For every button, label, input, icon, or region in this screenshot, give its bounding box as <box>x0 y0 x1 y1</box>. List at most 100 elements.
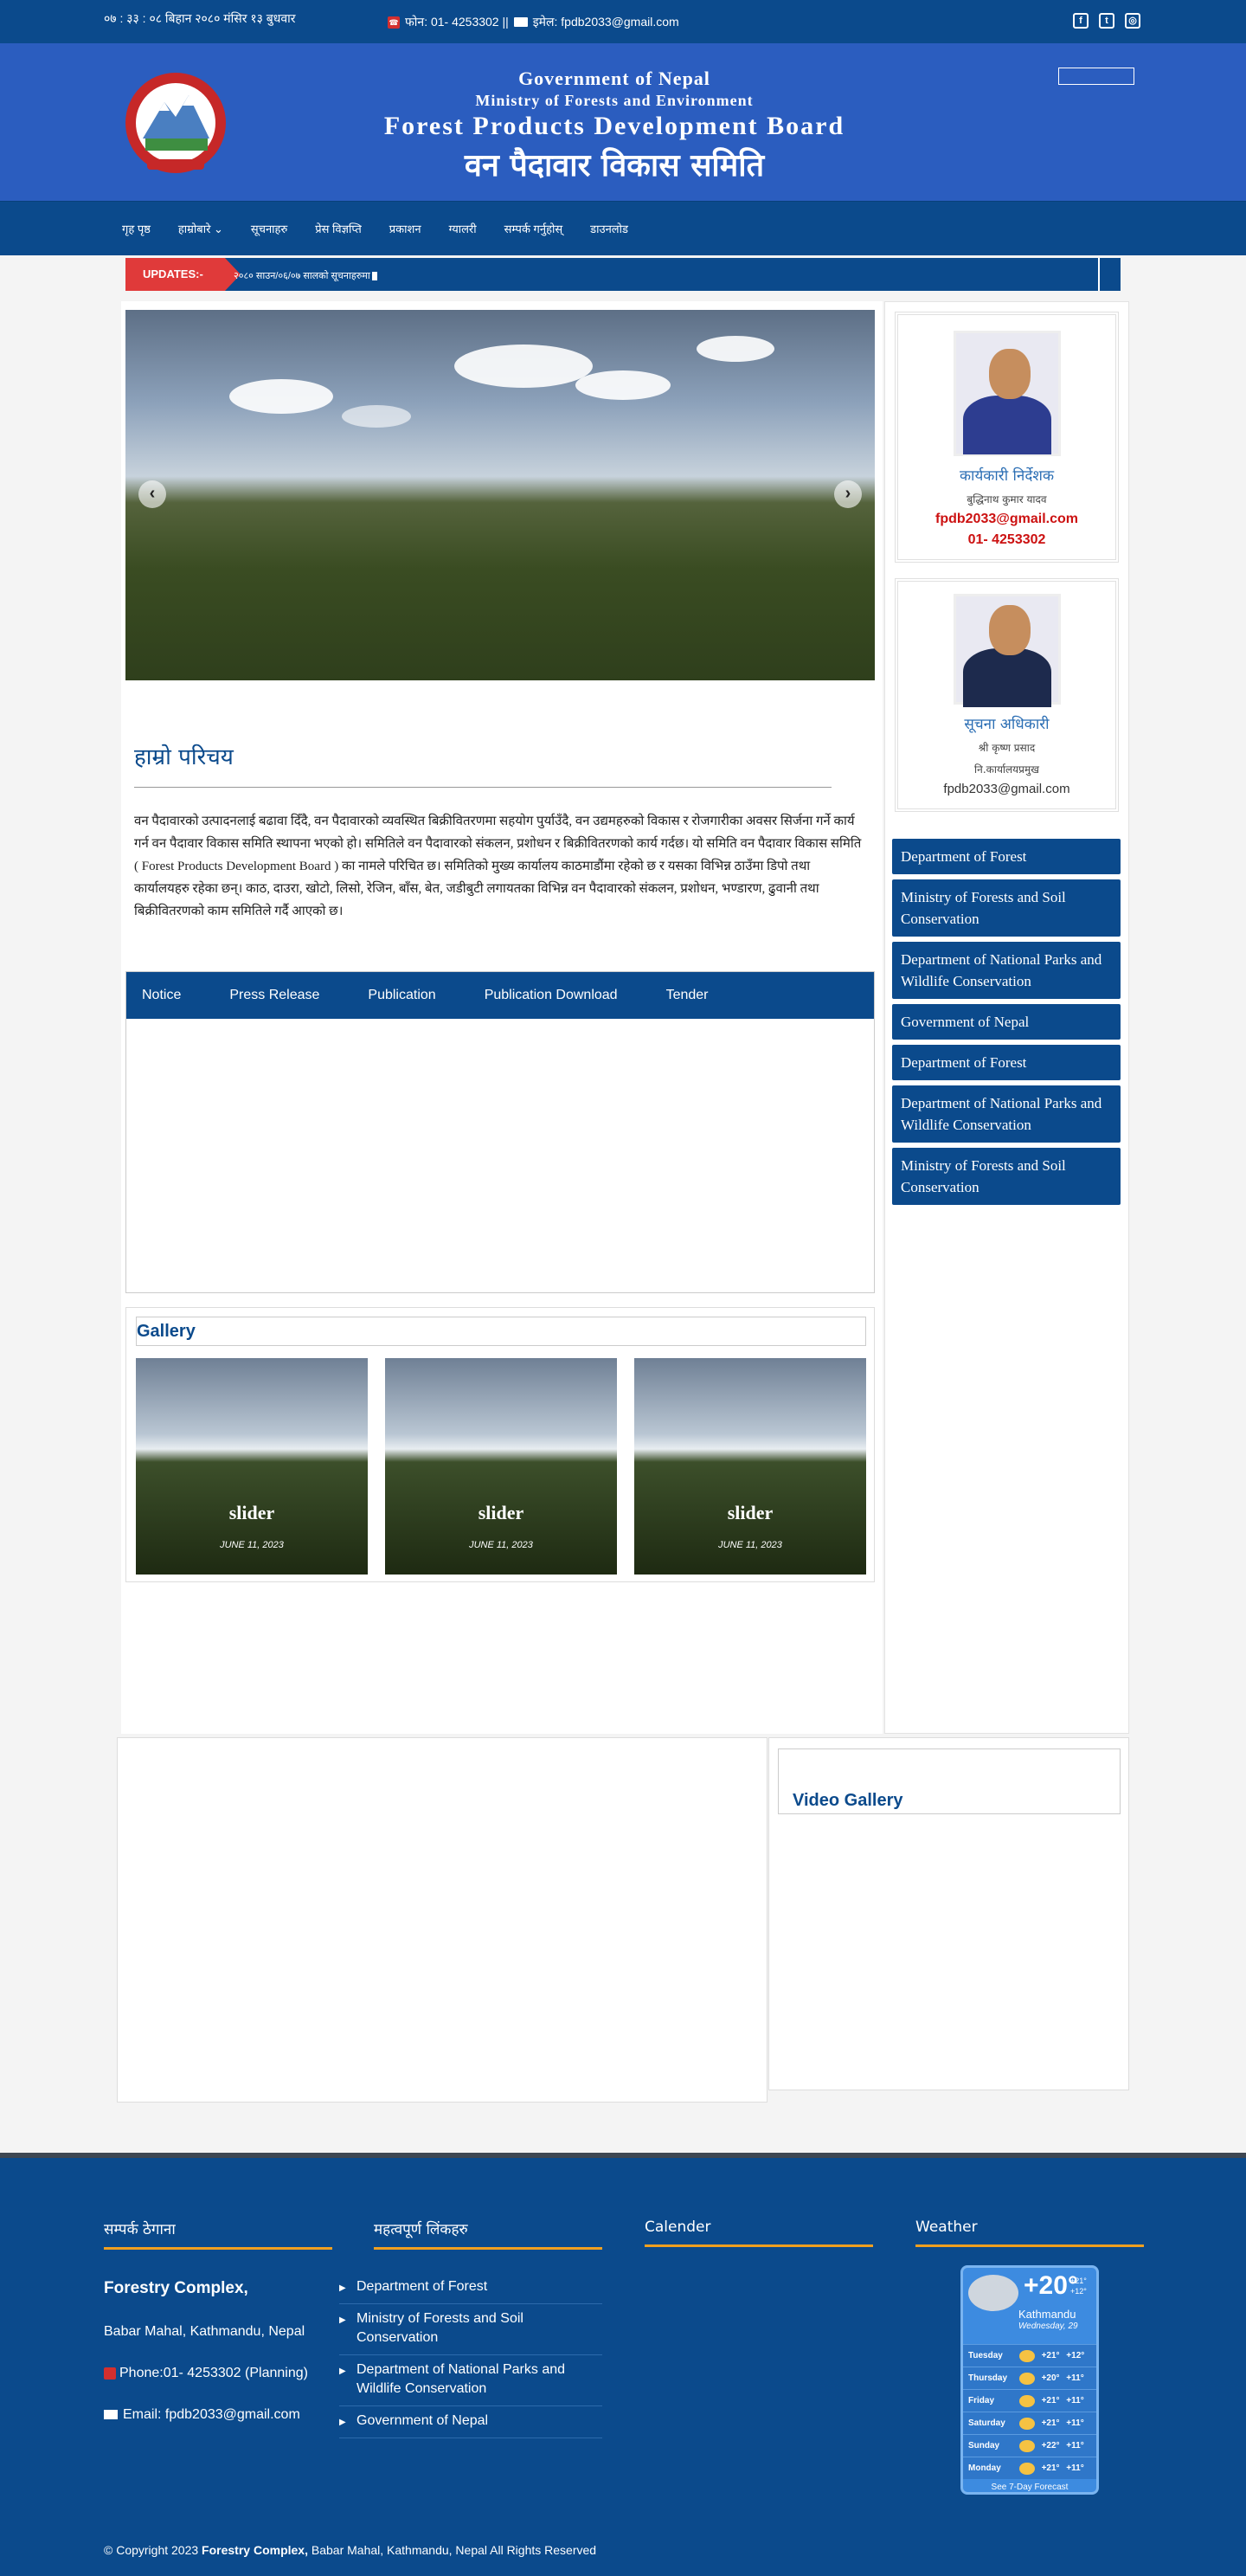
person-email[interactable]: fpdb2033@gmail.com <box>898 782 1115 796</box>
person-card-info-officer: सूचना अधिकारी श्री कृष्ण प्रसाद नि.कार्य… <box>895 578 1119 812</box>
gallery-date: JUNE 11, 2023 <box>718 1540 782 1550</box>
footer-link[interactable]: Department of National Parks and Wildlif… <box>339 2355 602 2406</box>
sidebar-link[interactable]: Ministry of Forests and Soil Conservatio… <box>892 879 1121 937</box>
video-gallery-title: Video Gallery <box>793 1791 903 1810</box>
forecast-lo: +11° <box>1066 2463 1084 2473</box>
gallery-item[interactable]: slider JUNE 11, 2023 <box>634 1358 866 1575</box>
footer-link[interactable]: Government of Nepal <box>339 2406 602 2438</box>
nav-item-5[interactable]: ग्यालरी <box>435 221 491 236</box>
forecast-row: Tuesday +21° +12° <box>963 2344 1096 2367</box>
weather-widget[interactable]: +20° +21° +12° Kathmandu Wednesday, 29 T… <box>960 2265 1099 2495</box>
gallery-date: JUNE 11, 2023 <box>469 1540 533 1550</box>
instagram-icon[interactable]: ◎ <box>1125 13 1140 29</box>
sun-icon <box>1019 2372 1035 2385</box>
hero-slider: ‹ › <box>125 310 875 680</box>
forecast-row: Friday +21° +11° <box>963 2389 1096 2412</box>
slider-next-button[interactable]: › <box>834 480 862 508</box>
footer-phone: Phone:01- 4253302 (Planning) <box>104 2366 332 2381</box>
footer-weather-title: Weather <box>915 2219 1144 2247</box>
sidebar-link[interactable]: Department of National Parks and Wildlif… <box>892 942 1121 999</box>
forecast-day: Tuesday <box>968 2351 1003 2360</box>
tab-publication-download[interactable]: Publication Download <box>485 972 618 1019</box>
updates-text[interactable]: २०८० साउन/०६/०७ सालको सूचनाहरुमा <box>234 269 377 282</box>
footer-calendar: Calender <box>645 2219 873 2247</box>
forecast-lo: +11° <box>1066 2441 1084 2450</box>
sidebar-link[interactable]: Ministry of Forests and Soil Conservatio… <box>892 1148 1121 1205</box>
nav-item-6[interactable]: सम्पर्क गर्नुहोस् <box>491 221 577 236</box>
footer-link[interactable]: Ministry of Forests and Soil Conservatio… <box>339 2304 602 2355</box>
sidebar-links: Department of Forest Ministry of Forests … <box>892 839 1121 1210</box>
video-gallery-header: Video Gallery <box>778 1748 1121 1814</box>
ticker-divider <box>1098 258 1100 291</box>
footer-contact-title: सम्पर्क ठेगाना <box>104 2219 332 2250</box>
nav-item-2[interactable]: सूचनाहरु <box>237 221 301 236</box>
tab-bar: Notice Press Release Publication Publicatio… <box>126 972 874 1019</box>
forecast-day: Sunday <box>968 2441 1000 2450</box>
director-photo <box>953 331 1061 456</box>
footer-links: महत्वपूर्ण लिंकहरु Department of ForestM… <box>339 2219 602 2438</box>
nav-item-0[interactable]: गृह पृष्ठ <box>108 221 164 236</box>
header-board-np: वन पैदावार विकास समिति <box>464 148 765 184</box>
facebook-icon[interactable]: f <box>1073 13 1089 29</box>
forecast-day: Thursday <box>968 2373 1008 2383</box>
forecast-lo: +11° <box>1066 2396 1084 2405</box>
weather-forecast-link[interactable]: See 7-Day Forecast <box>963 2479 1096 2492</box>
updates-label: UPDATES:- <box>125 258 241 291</box>
tab-publication[interactable]: Publication <box>368 972 435 1019</box>
footer-calendar-title: Calender <box>645 2219 873 2247</box>
top-email[interactable]: इमेल: fpdb2033@gmail.com <box>533 14 679 30</box>
gallery-item[interactable]: slider JUNE 11, 2023 <box>385 1358 617 1575</box>
mail-icon <box>104 2410 118 2420</box>
forecast-lo: +11° <box>1066 2418 1084 2428</box>
sidebar-link[interactable]: Department of Forest <box>892 839 1121 874</box>
header-board: Forest Products Development Board <box>383 112 845 140</box>
nav-item-7[interactable]: डाउनलोड <box>576 221 642 236</box>
weather-city: Kathmandu <box>1018 2308 1076 2321</box>
weather-day: Wednesday, 29 <box>1018 2322 1078 2331</box>
nepal-emblem-logo[interactable] <box>112 69 239 178</box>
sun-icon <box>1019 2394 1035 2407</box>
sidebar-link[interactable]: Government of Nepal <box>892 1004 1121 1040</box>
person-subrole: नि.कार्यालयप्रमुख <box>974 763 1039 776</box>
forecast-row: Thursday +20° +11° <box>963 2367 1096 2389</box>
sidebar-link[interactable]: Department of Forest <box>892 1045 1121 1080</box>
nav-item-1[interactable]: हाम्रोबारे ⌄ <box>164 221 237 236</box>
sun-icon <box>1019 2417 1035 2430</box>
person-email[interactable]: fpdb2033@gmail.com <box>898 512 1115 527</box>
tab-press-release[interactable]: Press Release <box>229 972 319 1019</box>
header-ministry: Ministry of Forests and Environment <box>475 92 754 109</box>
slider-prev-button[interactable]: ‹ <box>138 480 166 508</box>
copyright: © Copyright 2023 Forestry Complex, Babar… <box>104 2543 597 2557</box>
top-bar: ०७ : ३३ : ०८ बिहान २०८० मंसिर १३ बुधवार … <box>0 0 1246 43</box>
person-name: सूचना अधिकारी <box>964 716 1050 733</box>
about-body: वन पैदावारको उत्पादनलाई बढावा दिँदै, वन … <box>134 815 862 918</box>
forecast-row: Sunday +22° +11° <box>963 2434 1096 2457</box>
forecast-row: Monday +21° +11° <box>963 2457 1096 2479</box>
gallery-item[interactable]: slider JUNE 11, 2023 <box>136 1358 368 1575</box>
gallery-section: Gallery slider JUNE 11, 2023 slider JUNE… <box>125 1307 875 1582</box>
twitter-icon[interactable]: t <box>1099 13 1114 29</box>
person-phone[interactable]: 01- 4253302 <box>898 532 1115 548</box>
sun-icon <box>1019 2349 1035 2362</box>
site-footer: सम्पर्क ठेगाना Forestry Complex, Babar M… <box>0 2153 1246 2576</box>
person-role: श्री कृष्ण प्रसाद <box>978 742 1036 754</box>
sidebar-link[interactable]: Department of National Parks and Wildlif… <box>892 1085 1121 1143</box>
forecast-row: Saturday +21° +11° <box>963 2412 1096 2434</box>
gallery-caption: slider <box>727 1502 774 1523</box>
lower-left-panel <box>117 1737 768 2103</box>
tab-tender[interactable]: Tender <box>666 972 709 1019</box>
sun-icon <box>1019 2462 1035 2475</box>
notice-tabs: Notice Press Release Publication Publicatio… <box>125 971 875 1293</box>
footer-email[interactable]: Email: fpdb2033@gmail.com <box>104 2407 332 2423</box>
social-links: f t ◎ <box>1073 13 1140 29</box>
nav-item-3[interactable]: प्रेस विज्ञप्ति <box>301 221 376 236</box>
nav-item-4[interactable]: प्रकाशन <box>376 221 435 236</box>
footer-org: Forestry Complex, <box>104 2279 248 2297</box>
forecast-hi: +22° <box>1041 2441 1060 2450</box>
tab-notice[interactable]: Notice <box>142 972 181 1019</box>
top-phone: फोन: 01- 4253302 || <box>405 15 509 29</box>
info-officer-photo <box>953 594 1061 707</box>
footer-links-title: महत्वपूर्ण लिंकहरु <box>374 2219 602 2250</box>
chevron-down-icon: ⌄ <box>210 222 223 235</box>
footer-link[interactable]: Department of Forest <box>339 2272 602 2304</box>
